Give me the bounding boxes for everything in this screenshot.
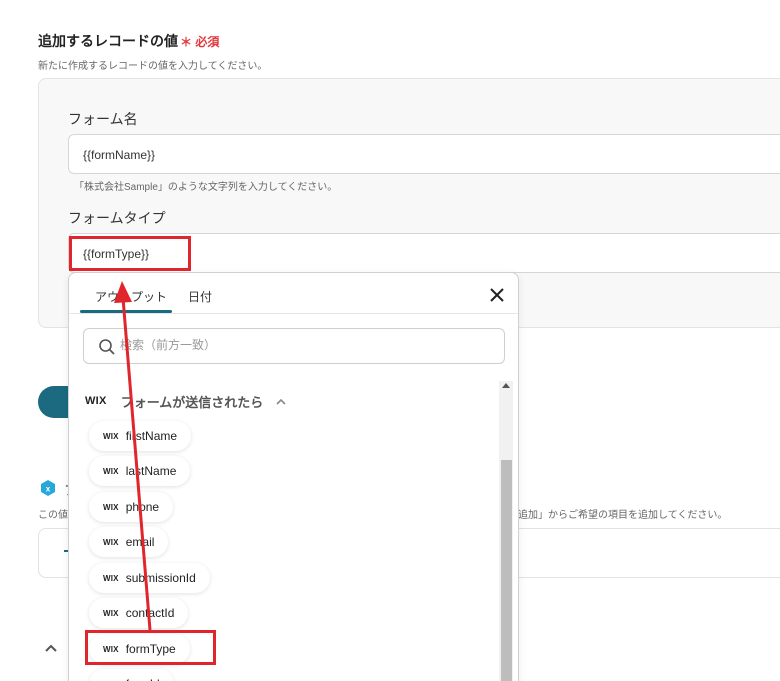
- output-chip-email[interactable]: WIX email: [89, 527, 169, 557]
- background-description-right: 追加」からご希望の項目を追加してください。: [518, 510, 728, 521]
- chip-label: firstName: [125, 429, 178, 443]
- chip-label: phone: [125, 500, 160, 514]
- form-name-help: 「株式会社Sample」のような文字列を入力してください。: [74, 182, 338, 193]
- wix-chip-logo: WIX: [103, 502, 119, 512]
- svg-text:x: x: [46, 485, 51, 494]
- background-description-left: この値: [38, 510, 68, 521]
- search-input[interactable]: [120, 338, 420, 352]
- scrollbar-thumb[interactable]: [501, 460, 512, 681]
- output-chip-contactid[interactable]: WIX contactId: [89, 598, 189, 628]
- chevron-up-icon[interactable]: [275, 397, 287, 405]
- active-tab-indicator: [80, 310, 172, 313]
- output-chip-lastname[interactable]: WIX lastName: [89, 456, 191, 486]
- form-type-label: フォームタイプ: [68, 210, 166, 226]
- section-title: 追加するレコードの値＊ 必須: [38, 31, 219, 51]
- required-badge: ＊ 必須: [180, 35, 220, 49]
- search-icon: [99, 339, 115, 355]
- output-chip-firstname[interactable]: WIX firstName: [89, 421, 192, 451]
- group-title: フォームが送信されたら: [120, 394, 264, 410]
- annotation-highlight-formtype-chip: [85, 630, 216, 665]
- close-icon[interactable]: [487, 285, 507, 305]
- output-chip-formid[interactable]: WIXformId: [89, 669, 174, 681]
- chevron-up-icon[interactable]: [44, 643, 58, 653]
- popover-tabs: アウトプット 日付: [69, 273, 518, 314]
- wix-logo: WIX: [85, 395, 107, 407]
- wix-chip-logo: WIX: [103, 431, 119, 441]
- wix-chip-logo: WIX: [103, 537, 119, 547]
- chip-label: lastName: [125, 464, 177, 478]
- wix-chip-logo: WIX: [103, 466, 119, 476]
- chip-label: formId: [126, 677, 160, 681]
- form-name-label: フォーム名: [68, 111, 138, 127]
- app-badge-icon: x: [41, 480, 55, 496]
- trigger-group-header[interactable]: WIX フォームが送信されたら: [85, 391, 287, 411]
- output-chip-submissionid[interactable]: WIX submissionId: [89, 563, 210, 593]
- wix-chip-logo: WIX: [103, 608, 119, 618]
- chip-label: email: [125, 535, 155, 549]
- output-chip-phone[interactable]: WIX phone: [89, 492, 174, 522]
- section-description: 新たに作成するレコードの値を入力してください。: [38, 61, 268, 72]
- tab-output[interactable]: アウトプット: [95, 288, 167, 305]
- chip-label: contactId: [125, 606, 175, 620]
- section-title-text: 追加するレコードの値: [38, 33, 178, 49]
- output-picker-popover: アウトプット 日付 WIX フォームが送信されたら WIX firstName W…: [68, 272, 519, 681]
- wix-chip-logo: WIX: [103, 573, 119, 583]
- form-name-field[interactable]: {{formName}}: [68, 134, 780, 174]
- scroll-up-arrow[interactable]: [502, 383, 510, 388]
- chip-label: submissionId: [125, 571, 196, 585]
- tab-date[interactable]: 日付: [188, 288, 212, 305]
- annotation-highlight-form-type-field: [69, 236, 191, 271]
- search-box: [83, 328, 505, 364]
